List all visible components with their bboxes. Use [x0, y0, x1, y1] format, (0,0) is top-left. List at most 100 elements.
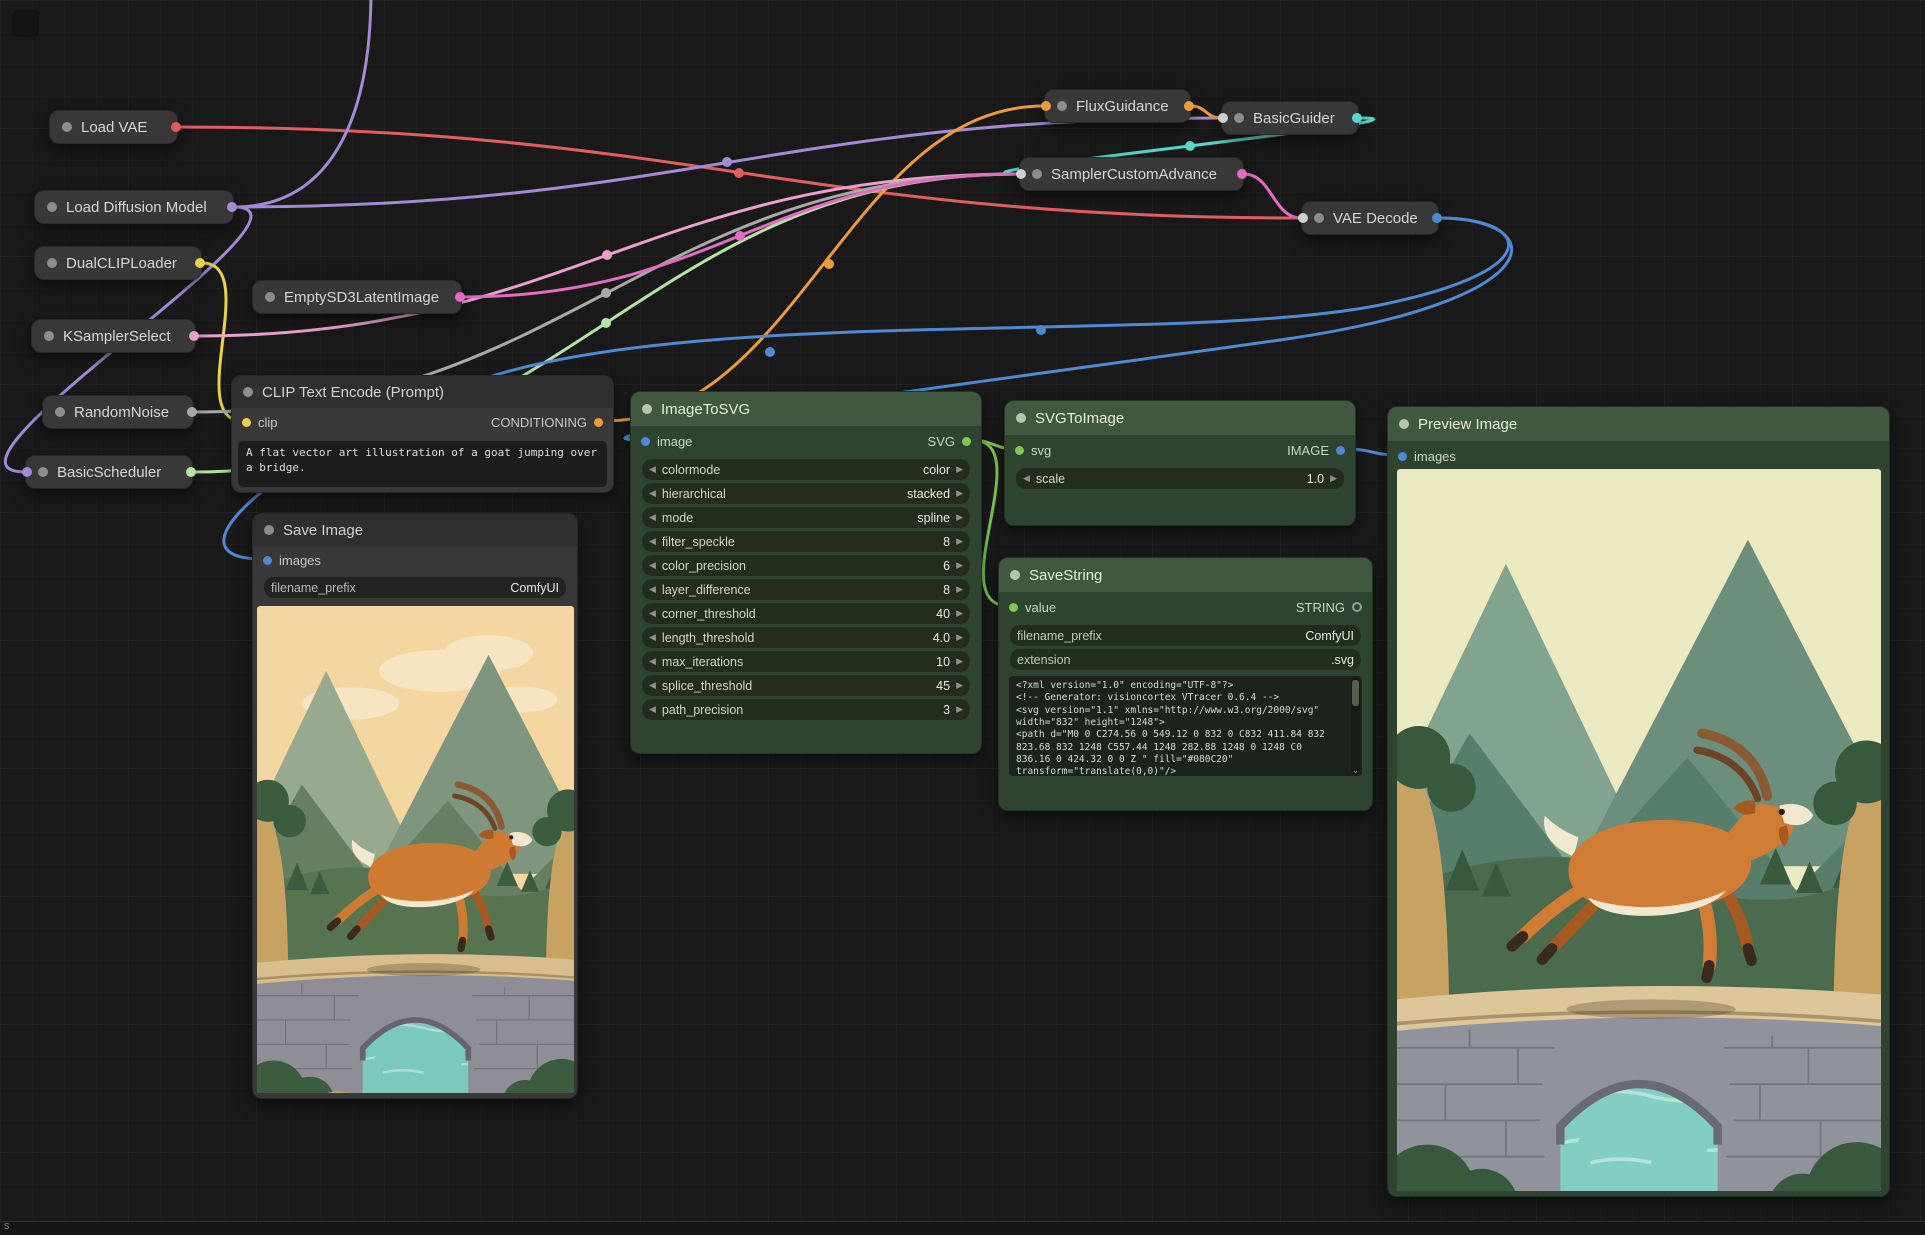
increment-arrow[interactable]: ▶ [956, 657, 963, 666]
collapse-dot[interactable] [47, 202, 57, 212]
increment-arrow[interactable]: ▶ [956, 489, 963, 498]
node-basic-scheduler[interactable]: BasicScheduler [25, 455, 193, 489]
node-header[interactable]: Save Image [253, 514, 577, 546]
widget-corner-threshold[interactable]: ◀ corner_threshold 40 ▶ [642, 603, 970, 624]
collapse-dot[interactable] [642, 404, 652, 414]
collapse-dot[interactable] [265, 292, 275, 302]
images-input-slot[interactable]: images [1398, 449, 1456, 464]
latent-output-port[interactable] [455, 292, 465, 302]
clip-input-slot[interactable]: clip [242, 415, 278, 430]
images-input-port[interactable] [263, 556, 272, 565]
images-input-slot[interactable]: images [263, 553, 321, 568]
decrement-arrow[interactable]: ◀ [649, 585, 656, 594]
widget-filename-prefix[interactable]: filename_prefix ComfyUI [1010, 625, 1361, 646]
node-image-to-svg[interactable]: ImageToSVG image SVG ◀ colormode color ▶… [630, 391, 982, 754]
conditioning-output-port[interactable] [1184, 101, 1194, 111]
model-input-port[interactable] [22, 467, 32, 477]
noise-output-port[interactable] [187, 407, 197, 417]
svg-code-text[interactable]: <?xml version="1.0" encoding="UTF-8"?> <… [1009, 676, 1362, 776]
widget-color-precision[interactable]: ◀ color_precision 6 ▶ [642, 555, 970, 576]
widget-filter-speckle[interactable]: ◀ filter_speckle 8 ▶ [642, 531, 970, 552]
collapse-dot[interactable] [1234, 113, 1244, 123]
node-ksampler-select[interactable]: KSamplerSelect [31, 319, 196, 353]
node-header[interactable]: ImageToSVG [631, 392, 981, 426]
guider-output-port[interactable] [1352, 113, 1362, 123]
node-random-noise[interactable]: RandomNoise [42, 395, 194, 429]
conditioning-output-slot[interactable]: CONDITIONING [491, 415, 603, 430]
node-svg-to-image[interactable]: SVGToImage svg IMAGE ◀ scale 1.0 ▶ [1004, 400, 1356, 526]
collapse-dot[interactable] [243, 387, 253, 397]
collapse-dot[interactable] [1314, 213, 1324, 223]
svg-input-port[interactable] [1015, 446, 1024, 455]
node-basic-guider[interactable]: BasicGuider [1221, 101, 1359, 135]
value-input-slot[interactable]: value [1009, 600, 1056, 615]
image-output-port[interactable] [1432, 213, 1442, 223]
widget-layer-difference[interactable]: ◀ layer_difference 8 ▶ [642, 579, 970, 600]
collapse-dot[interactable] [264, 525, 274, 535]
node-header[interactable]: SVGToImage [1005, 401, 1355, 435]
node-flux-guidance[interactable]: FluxGuidance [1044, 89, 1191, 123]
svg-output-port[interactable] [962, 437, 971, 446]
collapse-dot[interactable] [1057, 101, 1067, 111]
images-input-port[interactable] [1398, 452, 1407, 461]
decrement-arrow[interactable]: ◀ [649, 633, 656, 642]
model-output-port[interactable] [227, 202, 237, 212]
inputs-port[interactable] [1298, 213, 1308, 223]
svg-code-textarea[interactable]: <?xml version="1.0" encoding="UTF-8"?> <… [1009, 676, 1362, 776]
widget-max-iterations[interactable]: ◀ max_iterations 10 ▶ [642, 651, 970, 672]
decrement-arrow[interactable]: ◀ [649, 561, 656, 570]
widget-mode[interactable]: ◀ mode spline ▶ [642, 507, 970, 528]
increment-arrow[interactable]: ▶ [956, 585, 963, 594]
decrement-arrow[interactable]: ◀ [649, 609, 656, 618]
widget-splice-threshold[interactable]: ◀ splice_threshold 45 ▶ [642, 675, 970, 696]
decrement-arrow[interactable]: ◀ [649, 489, 656, 498]
widget-extension[interactable]: extension .svg [1010, 649, 1361, 670]
conditioning-output-port[interactable] [594, 418, 603, 427]
collapse-dot[interactable] [1016, 413, 1026, 423]
collapse-dot[interactable] [47, 258, 57, 268]
value-input-port[interactable] [1009, 603, 1018, 612]
svg-input-slot[interactable]: svg [1015, 443, 1051, 458]
collapse-dot[interactable] [55, 407, 65, 417]
image-input-port[interactable] [641, 437, 650, 446]
collapse-dot[interactable] [38, 467, 48, 477]
inputs-port[interactable] [1016, 169, 1026, 179]
string-output-slot[interactable]: STRING [1296, 600, 1362, 615]
conditioning-input-port[interactable] [1041, 101, 1051, 111]
image-output-slot[interactable]: IMAGE [1287, 443, 1345, 458]
increment-arrow[interactable]: ▶ [956, 633, 963, 642]
node-sampler-custom-advance[interactable]: SamplerCustomAdvance [1019, 157, 1244, 191]
widget-filename-prefix[interactable]: filename_prefix ComfyUI [264, 577, 566, 598]
image-output-port[interactable] [1336, 446, 1345, 455]
svg-output-slot[interactable]: SVG [928, 434, 971, 449]
sigmas-output-port[interactable] [186, 467, 196, 477]
inputs-port[interactable] [1218, 113, 1228, 123]
latent-output-port[interactable] [1237, 169, 1247, 179]
increment-arrow[interactable]: ▶ [956, 513, 963, 522]
decrement-arrow[interactable]: ◀ [649, 681, 656, 690]
node-preview-image[interactable]: Preview Image images [1387, 406, 1890, 1197]
node-vae-decode[interactable]: VAE Decode [1301, 201, 1439, 235]
node-save-string[interactable]: SaveString value STRING filename_prefix … [998, 557, 1373, 811]
clip-output-port[interactable] [195, 258, 205, 268]
sampler-output-port[interactable] [189, 331, 199, 341]
decrement-arrow[interactable]: ◀ [649, 657, 656, 666]
decrement-arrow[interactable]: ◀ [1023, 474, 1030, 483]
collapse-dot[interactable] [62, 122, 72, 132]
collapse-dot[interactable] [1010, 570, 1020, 580]
increment-arrow[interactable]: ▶ [956, 465, 963, 474]
widget-hierarchical[interactable]: ◀ hierarchical stacked ▶ [642, 483, 970, 504]
node-save-image[interactable]: Save Image images filename_prefix ComfyU… [252, 513, 578, 1099]
node-load-diffusion-model[interactable]: Load Diffusion Model [34, 190, 234, 224]
prompt-textarea[interactable]: A flat vector art illustration of a goat… [238, 441, 607, 487]
increment-arrow[interactable]: ▶ [956, 537, 963, 546]
node-empty-sd3-latent-image[interactable]: EmptySD3LatentImage [252, 280, 462, 314]
decrement-arrow[interactable]: ◀ [649, 513, 656, 522]
collapse-dot[interactable] [44, 331, 54, 341]
increment-arrow[interactable]: ▶ [956, 705, 963, 714]
widget-colormode[interactable]: ◀ colormode color ▶ [642, 459, 970, 480]
collapse-dot[interactable] [1399, 419, 1409, 429]
scroll-down-icon[interactable]: ⌄ [1351, 765, 1360, 775]
node-dual-clip-loader[interactable]: DualCLIPLoader [34, 246, 202, 280]
node-header[interactable]: Preview Image [1388, 407, 1889, 441]
